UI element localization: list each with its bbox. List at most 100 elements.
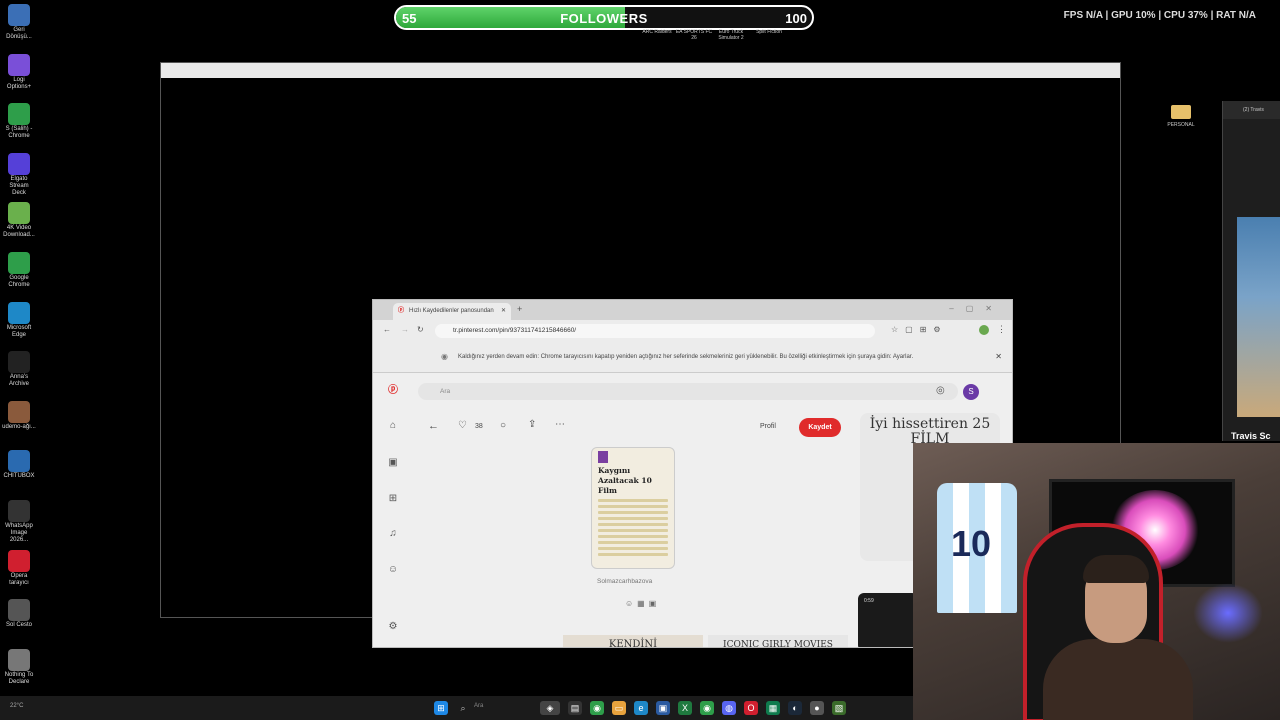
desktop-shortcut-label: CHITUBOX	[3, 473, 35, 480]
image-icon	[8, 400, 30, 423]
opera-taskbar-icon[interactable]: O	[744, 701, 758, 715]
related-pin-iconic[interactable]: ICONIC GIRLY MOVIES	[708, 635, 848, 647]
save-button[interactable]: Kaydet	[799, 418, 841, 437]
taskbar-search[interactable]: Ara	[474, 703, 483, 709]
comment-icon[interactable]: ○	[500, 420, 506, 431]
share-icon[interactable]: ⇪	[528, 419, 536, 430]
folder-personal[interactable]: PERSONAL	[1165, 105, 1197, 128]
restore-tabs-infobar: ◉ Kaldığınız yerden devam edin: Chrome t…	[373, 342, 1012, 373]
chrome-icon	[8, 252, 30, 274]
pinterest-logo-icon[interactable]: ⓟ	[387, 385, 399, 397]
related-pin-kendini[interactable]: KENDİNİ	[563, 635, 703, 647]
desktop-shortcut[interactable]: WhatsApp Image 2026...	[2, 500, 36, 544]
menu-icon[interactable]: ⋮	[997, 324, 1006, 335]
infobar-text: Kaldığınız yerden devam edin: Chrome tar…	[458, 354, 914, 360]
desktop-shortcut[interactable]: Logi Options+	[2, 53, 36, 91]
performance-stats: FPS N/A | GPU 10% | CPU 37% | RAT N/A	[1063, 10, 1256, 21]
desktop-shortcut[interactable]: Sol Cesto	[2, 599, 36, 629]
desktop-shortcut-label: Sol Cesto	[5, 622, 32, 629]
followers-goal: 100	[785, 11, 807, 26]
widgets-icon[interactable]: ◈	[540, 701, 560, 715]
desktop-shortcut[interactable]: Elgato Stream Deck	[2, 152, 36, 197]
streamer-hair	[1083, 555, 1149, 583]
profile-dropdown[interactable]: Profil	[760, 423, 776, 430]
desktop-shortcut-label: Anna's Archive	[8, 374, 29, 388]
user-avatar[interactable]: S	[963, 384, 979, 400]
like-count: 38	[475, 423, 483, 430]
opera-icon	[8, 549, 30, 572]
edge-taskbar-icon[interactable]: e	[634, 701, 648, 715]
settings-icon[interactable]: ⚙	[387, 621, 399, 633]
search-icon[interactable]: ⌕	[456, 701, 470, 715]
window-titlebar[interactable]	[161, 63, 1120, 78]
visual-search-icon[interactable]: ◎	[936, 385, 945, 396]
chrome-icon	[8, 103, 30, 126]
reload-icon[interactable]: ↻	[417, 325, 424, 334]
toolbar-icons[interactable]: ☆▢⊞⚙	[891, 325, 948, 334]
desktop-shortcut[interactable]: CHITUBOX	[2, 450, 36, 480]
taskbar: 22°C ⊞ ⌕ Ara ◈ ▤ ◉ ▭ e ▣ X ◉ ◍ O ▦ ◐ ● ▧	[0, 696, 913, 720]
heart-icon[interactable]: ♡	[458, 420, 467, 431]
desktop-shortcut[interactable]: Geri Dönüşü...	[2, 4, 36, 41]
desktop-shortcut[interactable]: Anna's Archive	[2, 351, 36, 388]
steam-taskbar-icon[interactable]: ◐	[788, 701, 802, 715]
forward-icon[interactable]: →	[401, 325, 409, 334]
obs-taskbar-icon[interactable]: ●	[810, 701, 824, 715]
related-video-pin[interactable]: 0:59	[858, 593, 918, 647]
close-tab-icon[interactable]: ✕	[501, 303, 506, 320]
chrome-taskbar-icon[interactable]: ◉	[590, 701, 604, 715]
back-arrow-icon[interactable]: ←	[428, 420, 439, 432]
explore-icon[interactable]: ▣	[387, 457, 399, 469]
messages-icon[interactable]: ☺	[387, 564, 399, 576]
bookmark-icon	[598, 451, 608, 463]
home-icon[interactable]: ⌂	[387, 420, 399, 432]
chrome-profile-taskbar-icon[interactable]: ◉	[700, 701, 714, 715]
desktop-shortcut[interactable]: 4K Video Download...	[2, 202, 36, 239]
video-thumbnail[interactable]	[1237, 217, 1280, 417]
folder-taskbar-icon[interactable]: ▭	[612, 701, 626, 715]
tab-pinterest[interactable]: ⓟ Hızlı Kaydedilenler panosundan ✕	[393, 303, 511, 320]
desktop-shortcut[interactable]: Google Chrome	[2, 252, 36, 289]
excel-taskbar-icon[interactable]: X	[678, 701, 692, 715]
app2-taskbar-icon[interactable]: ▦	[766, 701, 780, 715]
youtube-window-partial[interactable]: (2) Travis Travis Sc	[1222, 101, 1280, 441]
profile-avatar-icon[interactable]	[979, 325, 989, 335]
url-field[interactable]: tr.pinterest.com/pin/937311741215846660/	[435, 324, 875, 338]
game-label-split: Split Fiction	[756, 29, 782, 35]
logi-icon	[8, 53, 30, 76]
desktop-shortcut[interactable]: udemo-ağı...	[2, 400, 36, 431]
more-options-icon[interactable]: ⋯	[555, 419, 565, 430]
window-controls[interactable]: –▢✕	[949, 304, 1004, 313]
webcam-overlay: 10	[913, 443, 1280, 720]
desktop-shortcut-label: Geri Dönüşü...	[6, 27, 32, 40]
close-infobar-icon[interactable]: ✕	[995, 342, 1002, 372]
app3-taskbar-icon[interactable]: ▧	[832, 701, 846, 715]
desktop-shortcut[interactable]: Nothing To Declare	[2, 648, 36, 686]
windows-start-icon[interactable]: ⊞	[434, 701, 448, 715]
video-download-icon	[8, 202, 30, 225]
new-tab-icon[interactable]: +	[517, 304, 522, 314]
app-taskbar-icon[interactable]: ▣	[656, 701, 670, 715]
stream-deck-icon	[8, 152, 30, 175]
back-icon[interactable]: ←	[383, 325, 391, 334]
create-icon[interactable]: ⊞	[387, 493, 399, 505]
address-bar-row: ← → ↻ tr.pinterest.com/pin/9373117412158…	[373, 320, 1012, 342]
desktop-shortcut-label: udemo-ağı...	[2, 423, 36, 430]
followers-goal-bar: 55 FOLLOWERS 100	[394, 5, 814, 30]
desktop-shortcut[interactable]: Microsoft Edge	[2, 301, 36, 339]
right-window-tab[interactable]: (2) Travis	[1223, 101, 1280, 119]
pin-author[interactable]: Solmazcarhbazova	[597, 578, 652, 585]
discord-taskbar-icon[interactable]: ◍	[722, 701, 736, 715]
desktop-shortcut[interactable]: S (Salih) - Chrome	[2, 103, 36, 140]
desktop-shortcut[interactable]: Opera tarayıcı	[2, 549, 36, 587]
notifications-icon[interactable]: ♫	[387, 528, 399, 540]
archive-icon	[8, 351, 30, 374]
desktop-shortcut-label: Nothing To Declare	[4, 671, 34, 685]
pin-image[interactable]: Kaygını Azaltacak 10 Film	[591, 447, 675, 569]
game-icon	[8, 599, 30, 622]
pin-action-icons[interactable]: ☺▦▣	[625, 599, 660, 608]
weather-widget[interactable]: 22°C	[10, 703, 23, 709]
search-input[interactable]: Ara	[418, 383, 958, 400]
file-explorer-icon[interactable]: ▤	[568, 701, 582, 715]
game-label-arc: ARC Raiders	[642, 29, 672, 35]
